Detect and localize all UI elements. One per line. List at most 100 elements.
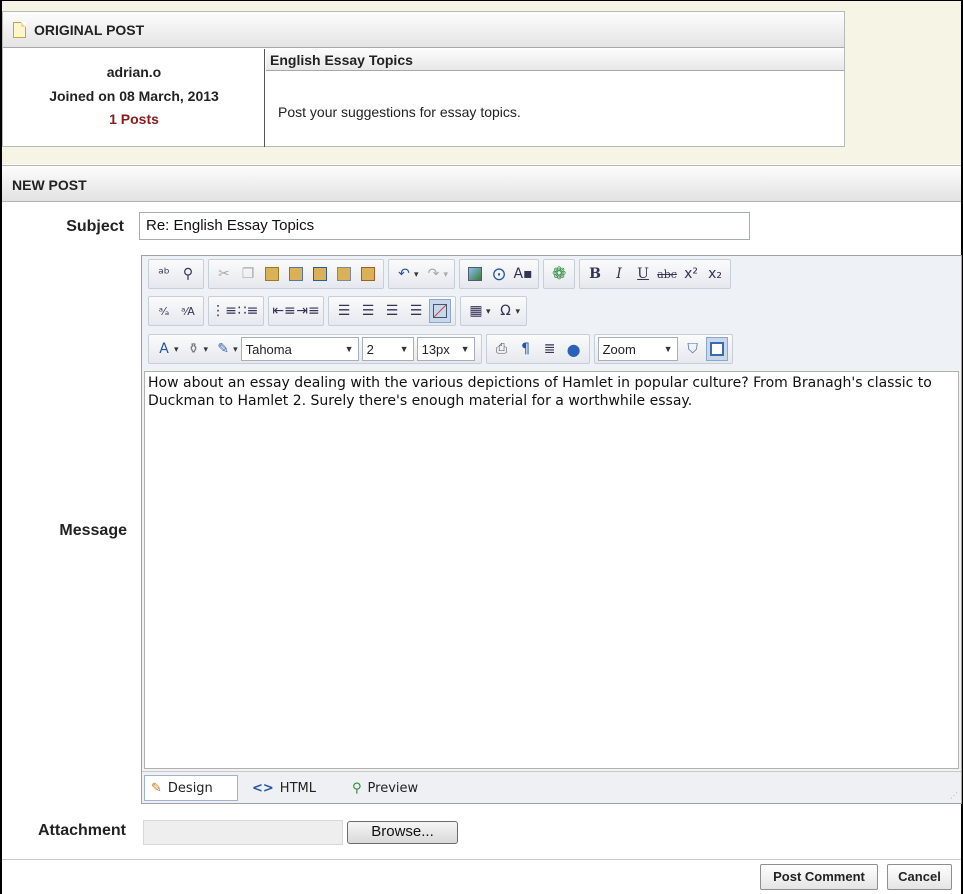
toggle-screen-icon[interactable] [705, 337, 728, 361]
tab-design-label: Design [167, 780, 213, 796]
author-info: adrian.o Joined on 08 March, 2013 1 Post… [3, 49, 265, 147]
author-joined-date: Joined on 08 March, 2013 [49, 88, 219, 104]
toolbar-group-insert: ⊙ A▪ [459, 259, 540, 289]
copy-icon[interactable]: ❐ [237, 262, 259, 286]
insert-symbol-icon[interactable]: Ω [495, 299, 517, 323]
uppercase-icon[interactable]: ᵃ⁄A [177, 299, 199, 323]
italic-icon[interactable]: I [608, 262, 630, 286]
format-stripper-icon[interactable]: ✎ [212, 337, 234, 361]
chevron-down-icon: ▼ [399, 344, 409, 354]
tab-design[interactable]: ✎ Design [144, 775, 238, 801]
message-editor-content[interactable]: How about an essay dealing with the vari… [144, 371, 959, 769]
original-post-header: ORIGINAL POST [3, 12, 844, 48]
topic-cell: English Essay Topics Post your suggestio… [266, 49, 844, 147]
align-right-icon[interactable]: ☰ [381, 299, 403, 323]
subscript-icon[interactable]: x₂ [704, 262, 726, 286]
chevron-down-icon: ▼ [344, 344, 354, 354]
topic-title: English Essay Topics [266, 49, 844, 71]
paste-icon[interactable] [261, 262, 283, 286]
real-font-size-value: 13px [421, 341, 450, 357]
subject-input[interactable]: Re: English Essay Topics [139, 212, 750, 240]
new-post-header: NEW POST [2, 165, 961, 202]
module-manager-icon[interactable]: ⛉ [682, 337, 704, 361]
editor-mode-bar: ✎ Design <> HTML ⚲ Preview ⋰ [142, 771, 961, 803]
magnifier-icon: ⚲ [352, 780, 362, 796]
tab-html-label: HTML [279, 780, 316, 796]
remove-alignment-icon[interactable] [429, 299, 451, 323]
browse-button[interactable]: Browse... [347, 821, 458, 844]
paste-html-icon[interactable] [333, 262, 355, 286]
align-center-icon[interactable]: ☰ [357, 299, 379, 323]
tab-html[interactable]: <> HTML [246, 775, 322, 801]
font-name-value: Tahoma [245, 341, 292, 357]
toolbar-group-lists: ⋮≡ ∷≡ [208, 296, 264, 326]
indent-icon[interactable]: ⇥≡ [296, 299, 319, 323]
toolbar-group-history: ↶ ▾ ↷ ▾ [388, 259, 456, 289]
bulleted-list-icon[interactable]: ∷≡ [237, 299, 259, 323]
original-post-panel: ORIGINAL POST adrian.o Joined on 08 Marc… [2, 11, 845, 147]
superscript-icon[interactable]: x² [680, 262, 702, 286]
author-post-count[interactable]: 1 Posts [3, 111, 265, 127]
outdent-icon[interactable]: ⇤≡ [272, 299, 295, 323]
paste-text-icon[interactable] [285, 262, 307, 286]
toolbar-group-link: ❁ [543, 259, 576, 289]
chevron-down-icon: ▼ [663, 344, 673, 354]
insert-table-icon[interactable]: ▦ [465, 299, 487, 323]
cancel-button[interactable]: Cancel [887, 864, 952, 890]
subject-label: Subject [66, 218, 124, 235]
toolbar-group-misc: ⎙ ¶ ≣ ● [485, 334, 590, 364]
back-color-icon[interactable]: ⚱ [183, 337, 205, 361]
media-icon[interactable]: ⊙ [488, 262, 510, 286]
paragraph-icon[interactable]: ¶ [515, 337, 537, 361]
toolbar-group-clipboard: ✂ ❐ [208, 259, 384, 289]
pencil-icon: ✎ [151, 780, 162, 796]
document-icon [13, 21, 26, 38]
strikethrough-icon[interactable]: abc [656, 262, 678, 286]
template-icon[interactable]: A▪ [512, 262, 534, 286]
toolbar-group-align: ☰ ☰ ☰ ☰ [328, 296, 456, 326]
post-comment-button[interactable]: Post Comment [760, 864, 878, 890]
toolbar-group-table: ▦ ▾ Ω ▾ [460, 296, 528, 326]
image-manager-icon[interactable] [464, 262, 486, 286]
original-post-title: ORIGINAL POST [34, 21, 145, 38]
toolbar-group-zoom: Zoom ▼ ⛉ [593, 334, 733, 364]
bold-icon[interactable]: B [584, 262, 606, 286]
toolbar-group-colors: A ▾ ⚱ ▾ ✎ ▾ Tahoma ▼ 2 ▼ 13px ▼ [148, 334, 482, 364]
format-block-icon[interactable]: ≣ [539, 337, 561, 361]
topic-body: Post your suggestions for essay topics. [278, 104, 521, 120]
hyperlink-icon[interactable]: ❁ [548, 262, 570, 286]
code-icon: <> [252, 780, 274, 796]
real-font-size-select[interactable]: 13px ▼ [416, 337, 475, 361]
author-name[interactable]: adrian.o [3, 64, 265, 80]
help-icon[interactable]: ● [563, 337, 585, 361]
rich-text-editor: ᵃᵇ ⚲ ✂ ❐ ↶ ▾ ↷ ▾ ⊙ A▪ ❁ B I U abc x² x₂ … [141, 255, 962, 804]
font-size-select[interactable]: 2 ▼ [361, 337, 414, 361]
zoom-select[interactable]: Zoom ▼ [597, 337, 678, 361]
font-name-select[interactable]: Tahoma ▼ [240, 337, 359, 361]
paste-special-icon[interactable] [357, 262, 379, 286]
undo-icon[interactable]: ↶ [393, 262, 415, 286]
zoom-value: Zoom [602, 341, 636, 357]
print-icon[interactable]: ⎙ [491, 337, 513, 361]
spellcheck-icon[interactable]: ᵃᵇ [153, 262, 175, 286]
tab-preview[interactable]: ⚲ Preview [346, 775, 424, 801]
divider [2, 859, 961, 860]
fore-color-icon[interactable]: A [153, 337, 175, 361]
attachment-file-input[interactable] [143, 820, 343, 845]
toolbar-group-search: ᵃᵇ ⚲ [148, 259, 204, 289]
justify-icon[interactable]: ☰ [405, 299, 427, 323]
chevron-down-icon: ▼ [460, 344, 470, 354]
cut-icon[interactable]: ✂ [213, 262, 235, 286]
align-left-icon[interactable]: ☰ [333, 299, 355, 323]
lowercase-icon[interactable]: ᵃ⁄ₐ [153, 299, 175, 323]
editor-toolbar: ᵃᵇ ⚲ ✂ ❐ ↶ ▾ ↷ ▾ ⊙ A▪ ❁ B I U abc x² x₂ … [142, 256, 961, 370]
font-size-value: 2 [366, 341, 374, 357]
redo-icon[interactable]: ↷ [423, 262, 445, 286]
find-replace-icon[interactable]: ⚲ [177, 262, 199, 286]
underline-icon[interactable]: U [632, 262, 654, 286]
message-label: Message [59, 522, 127, 539]
resize-grip-icon[interactable]: ⋰ [950, 791, 958, 800]
numbered-list-icon[interactable]: ⋮≡ [211, 299, 237, 323]
attachment-label: Attachment [37, 822, 126, 839]
paste-word-icon[interactable] [309, 262, 331, 286]
